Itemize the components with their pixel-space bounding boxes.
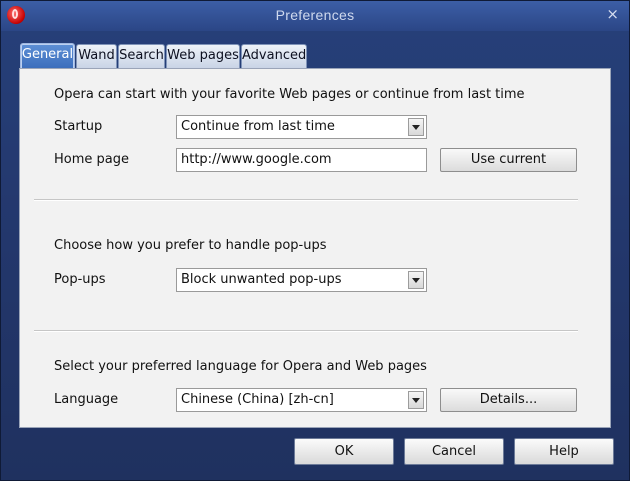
help-button[interactable]: Help: [514, 438, 614, 465]
popups-select-value: Block unwanted pop-ups: [181, 272, 342, 287]
language-select-value: Chinese (China) [zh-cn]: [181, 392, 334, 407]
ok-button[interactable]: OK: [294, 438, 394, 465]
preferences-window: Preferences × General Wand Search Web pa…: [0, 0, 630, 481]
popups-intro: Choose how you prefer to handle pop-ups: [54, 238, 327, 253]
chevron-down-icon[interactable]: [408, 271, 424, 289]
section-divider: [34, 330, 578, 332]
chevron-down-icon[interactable]: [408, 118, 424, 136]
language-label: Language: [54, 392, 119, 407]
tab-web-pages[interactable]: Web pages: [166, 44, 240, 68]
popups-label: Pop-ups: [54, 272, 106, 287]
details-button[interactable]: Details...: [440, 388, 577, 412]
window-title: Preferences: [275, 7, 355, 23]
startup-select-value: Continue from last time: [181, 119, 335, 134]
title-bar[interactable]: Preferences ×: [1, 1, 629, 31]
tab-advanced[interactable]: Advanced: [241, 44, 307, 68]
tab-wand[interactable]: Wand: [76, 44, 117, 68]
homepage-label: Home page: [54, 152, 129, 167]
language-intro: Select your preferred language for Opera…: [54, 359, 427, 374]
section-divider: [34, 199, 578, 201]
cancel-button[interactable]: Cancel: [404, 438, 504, 465]
popups-select[interactable]: Block unwanted pop-ups: [176, 268, 427, 292]
use-current-button[interactable]: Use current: [440, 148, 577, 172]
close-icon[interactable]: ×: [606, 7, 619, 22]
startup-intro: Opera can start with your favorite Web p…: [54, 87, 525, 102]
tab-search[interactable]: Search: [118, 44, 165, 68]
startup-select[interactable]: Continue from last time: [176, 115, 427, 139]
language-select[interactable]: Chinese (China) [zh-cn]: [176, 388, 427, 412]
tab-general[interactable]: General: [20, 43, 75, 69]
homepage-input[interactable]: http://www.google.com: [176, 148, 427, 172]
startup-label: Startup: [54, 119, 103, 134]
chevron-down-icon[interactable]: [408, 391, 424, 409]
